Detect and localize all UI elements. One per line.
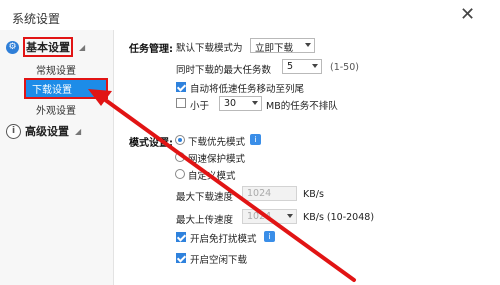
mode-custom-label: 自定义模式 [188, 171, 236, 182]
chevron-down-icon [252, 101, 258, 105]
idle-download-label: 开启空闲下载 [190, 255, 248, 266]
sidebar-item-general[interactable]: 常规设置 [36, 62, 76, 77]
gear-icon: ⚙ [6, 40, 19, 54]
max-tasks-label: 同时下载的最大任务数 [176, 65, 272, 76]
sidebar-item-appearance[interactable]: 外观设置 [36, 102, 76, 117]
mode-section-label: 模式设置: [129, 138, 173, 149]
max-up-unit: KB/s (10-2048) [303, 212, 375, 223]
mode-download-priority-label: 下载优先模式 [188, 137, 246, 148]
sidebar-item-download[interactable]: 下载设置 [24, 78, 108, 99]
less-than-checkbox[interactable] [176, 98, 186, 108]
chevron-down-icon: ◢ [75, 126, 82, 136]
max-up-label: 最大上传速度 [176, 215, 234, 226]
auto-move-checkbox[interactable] [176, 82, 186, 92]
max-tasks-range: (1-50) [330, 62, 359, 73]
default-mode-dropdown[interactable]: 立即下载 [250, 38, 315, 54]
max-tasks-dropdown[interactable]: 5 [282, 59, 322, 74]
max-tasks-value: 5 [287, 61, 294, 72]
info-icon: i [6, 123, 21, 139]
max-down-input[interactable]: 1024 [242, 186, 297, 201]
default-mode-label: 默认下载模式为 [176, 43, 243, 54]
sidebar-divider [113, 30, 114, 285]
max-up-input[interactable]: 1024 [242, 209, 297, 224]
max-up-value: 1024 [247, 211, 272, 222]
mode-download-priority-radio[interactable] [175, 135, 185, 145]
max-down-value: 1024 [247, 188, 272, 199]
less-than-dropdown[interactable]: 30 [219, 96, 262, 111]
mode-network-protect-label: 网速保护模式 [188, 154, 246, 165]
task-section-label: 任务管理: [129, 44, 173, 55]
less-than-label: 小于 [190, 101, 210, 112]
max-down-unit: KB/s [303, 189, 324, 200]
chevron-down-icon [305, 43, 311, 47]
info-icon[interactable]: i [250, 134, 261, 145]
chevron-down-icon: ◢ [79, 42, 86, 52]
less-than-value: 30 [224, 98, 237, 109]
no-disturb-label: 开启免打扰模式 [190, 234, 257, 245]
no-disturb-checkbox[interactable] [176, 232, 186, 242]
sidebar-group-basic-label: 基本设置 [23, 37, 73, 57]
mode-custom-radio[interactable] [175, 169, 185, 179]
chevron-down-icon [312, 64, 318, 68]
sidebar-group-advanced-label: 高级设置 [25, 125, 69, 138]
max-down-label: 最大下载速度 [176, 192, 234, 203]
sidebar-group-basic[interactable]: ⚙ 基本设置 ◢ [6, 37, 86, 57]
title-bar: 系统设置 ✕ [0, 0, 500, 30]
less-than-suffix: MB的任务不排队 [266, 101, 338, 112]
idle-download-checkbox[interactable] [176, 253, 186, 263]
chevron-down-icon [287, 214, 293, 218]
auto-move-label: 自动将低速任务移动至列尾 [190, 84, 305, 95]
default-mode-value: 立即下载 [255, 43, 294, 54]
sidebar-item-download-label: 下载设置 [32, 85, 72, 96]
info-icon[interactable]: i [264, 231, 275, 242]
mode-network-protect-radio[interactable] [175, 152, 185, 162]
window-title: 系统设置 [12, 12, 61, 26]
close-icon[interactable]: ✕ [460, 4, 475, 25]
sidebar-group-advanced[interactable]: i 高级设置 ◢ [6, 122, 81, 140]
